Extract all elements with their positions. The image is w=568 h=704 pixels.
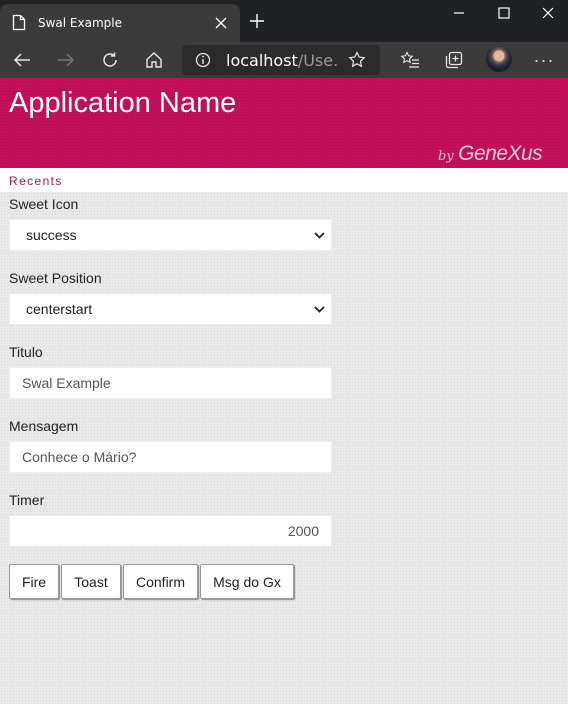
more-menu-icon[interactable]: ··· xyxy=(530,46,558,74)
tab-title: Swal Example xyxy=(38,16,122,30)
address-bar[interactable]: localhost/Use... xyxy=(182,45,380,75)
titulo-input[interactable]: Swal Example xyxy=(9,367,332,399)
new-tab-plus-icon[interactable] xyxy=(246,10,268,32)
action-buttons: Fire Toast Confirm Msg do Gx xyxy=(9,564,294,599)
info-icon[interactable] xyxy=(194,51,212,69)
document-icon xyxy=(12,14,28,32)
chevron-down-icon xyxy=(307,231,331,239)
titulo-value: Swal Example xyxy=(22,375,111,391)
window-close-icon[interactable] xyxy=(525,2,568,24)
mensagem-label: Mensagem xyxy=(9,418,79,434)
back-arrow-icon[interactable] xyxy=(8,46,36,74)
app-name: Application Name xyxy=(9,87,237,119)
browser-toolbar: localhost/Use... ··· xyxy=(0,42,568,78)
window-maximize-icon[interactable] xyxy=(481,2,527,24)
address-host: localhost xyxy=(226,50,298,70)
recents-link[interactable]: Recents xyxy=(9,174,63,188)
timer-label: Timer xyxy=(9,492,45,508)
home-icon[interactable] xyxy=(140,46,168,74)
favorites-list-icon[interactable] xyxy=(396,46,424,74)
app-header: Application Name by GeneXus xyxy=(0,78,568,168)
sweet-position-value: centerstart xyxy=(26,301,93,317)
address-url[interactable]: localhost/Use... xyxy=(226,51,338,70)
mensagem-input[interactable]: Conhece o Mário? xyxy=(9,441,332,473)
recents-bar: Recents xyxy=(0,168,568,192)
browser-tab[interactable]: Swal Example xyxy=(0,4,240,42)
sweet-icon-value: success xyxy=(26,227,77,243)
sweet-icon-label: Sweet Icon xyxy=(9,196,79,212)
sweet-icon-select[interactable]: success xyxy=(9,219,332,251)
mensagem-value: Conhece o Mário? xyxy=(22,449,137,465)
tab-close-icon[interactable] xyxy=(208,10,234,36)
timer-value: 2000 xyxy=(287,523,319,539)
titulo-label: Titulo xyxy=(9,344,43,360)
window-minimize-icon[interactable] xyxy=(436,2,482,24)
brand-name: GeneXus xyxy=(458,142,543,165)
chevron-down-icon xyxy=(307,305,331,313)
profile-avatar[interactable] xyxy=(486,46,512,72)
address-path: /Use... xyxy=(297,50,338,70)
refresh-icon[interactable] xyxy=(96,46,124,74)
fire-button[interactable]: Fire xyxy=(9,564,59,599)
confirm-button[interactable]: Confirm xyxy=(123,564,198,599)
msg-do-gx-button[interactable]: Msg do Gx xyxy=(200,564,294,599)
collections-icon[interactable] xyxy=(440,46,468,74)
browser-titlebar: Swal Example xyxy=(0,0,568,42)
star-icon[interactable] xyxy=(346,49,368,71)
timer-input[interactable]: 2000 xyxy=(9,515,332,547)
genexus-logo: by GeneXus xyxy=(438,142,543,166)
sweet-position-label: Sweet Position xyxy=(9,270,102,286)
sweet-position-select[interactable]: centerstart xyxy=(9,293,332,325)
toast-button[interactable]: Toast xyxy=(61,564,121,599)
forward-arrow-icon[interactable] xyxy=(52,46,80,74)
brand-by: by xyxy=(438,149,454,164)
